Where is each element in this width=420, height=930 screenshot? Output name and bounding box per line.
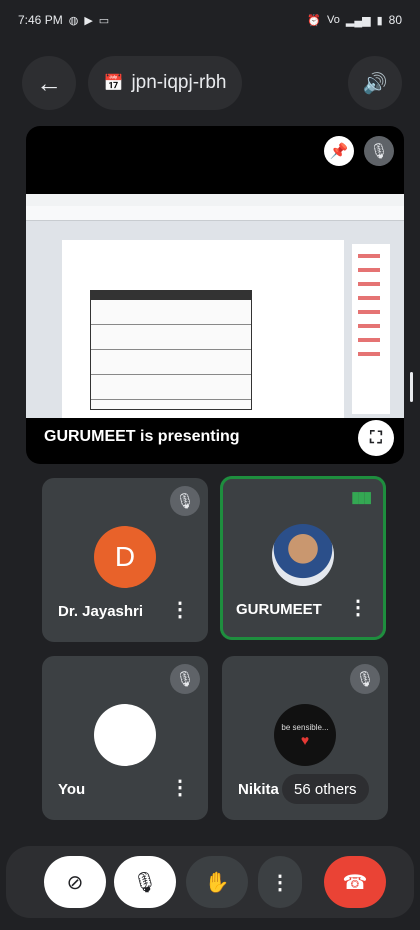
shared-doc-table [90,290,252,410]
participant-name: GURUMEET [236,601,322,618]
status-time: 7:46 PM [18,13,63,27]
shared-doc-table-row [91,300,251,325]
fullscreen-button[interactable]: ⛶ [358,420,394,456]
presenter-mic-off-indicator: 🎙 [364,136,394,166]
status-bar: 7:46 PM ◍ ▶ ▭ ⏰ Vo ▂▄▆ ▮ 80 [0,0,420,40]
mic-off-icon: 🎙 [350,664,380,694]
pin-button[interactable]: 📌 [324,136,354,166]
participant-name: Nikita [238,781,279,798]
participant-menu-button[interactable]: ⋮ [170,597,190,622]
meeting-info-button[interactable]: 📅 jpn-iqpj-rbh [88,56,242,110]
pin-icon: 📌 [329,143,349,160]
avatar-caption: be sensible... [281,722,329,732]
battery-icon: ▮ [376,14,383,27]
fullscreen-icon: ⛶ [370,428,382,447]
mic-off-icon: 🎙 [369,143,389,160]
shared-doc-toolbar [26,206,404,221]
speaker-icon: 🔊 [362,72,388,95]
alarm-icon: ⏰ [307,14,321,27]
hand-icon: ✋ [204,871,230,894]
meeting-code: jpn-iqpj-rbh [131,72,227,93]
end-call-icon: ☎ [342,871,368,894]
presenting-label: GURUMEET is presenting [44,428,240,445]
mic-off-icon: 🎙 [170,486,200,516]
speaker-button[interactable]: 🔊 [348,56,402,110]
status-right: ⏰ Vo ▂▄▆ ▮ 80 [307,13,402,27]
shared-screen [26,194,404,418]
more-options-button[interactable]: ⋮ [258,856,302,908]
shared-doc-table-row [91,350,251,375]
meeting-topbar: ← 📅 jpn-iqpj-rbh 🔊 [0,56,420,112]
avatar: be sensible... ♥ [274,704,336,766]
mic-off-icon: 🎙 [170,664,200,694]
participant-menu-button[interactable]: ⋮ [348,595,368,620]
presentation-tile[interactable]: 📌 🎙 GURUMEET is presenting ⛶ [26,126,404,464]
back-button[interactable]: ← [22,56,76,110]
avatar [272,524,334,586]
more-vert-icon: ⋮ [270,871,290,894]
participant-menu-button[interactable]: ⋮ [170,775,190,800]
signal-icon: ▂▄▆ [345,14,371,27]
scrollbar-thumb[interactable] [410,372,413,402]
end-call-button[interactable]: ☎ [324,856,386,908]
mic-off-icon: 🎙 [132,871,158,894]
arrow-left-icon: ← [36,67,62,98]
avatar: D [94,526,156,588]
participant-tile-self[interactable]: 🎙 You ⋮ [42,656,208,820]
participant-name: You [58,781,86,798]
participant-tile-group[interactable]: 🎙 be sensible... ♥ Nikita 56 others [222,656,388,820]
youtube-icon: ▶ [84,14,93,27]
participant-tile[interactable]: 🎙 D Dr. Jayashri ⋮ [42,478,208,642]
whatsapp-icon: ◍ [68,14,79,27]
speaking-indicator-icon: ▮▮▮ [351,489,372,506]
avatar [94,704,156,766]
battery-level: 80 [388,13,402,27]
camera-toggle-button[interactable]: ⊘ [44,856,106,908]
others-count-pill[interactable]: 56 others [282,774,369,804]
raise-hand-button[interactable]: ✋ [186,856,248,908]
shared-doc-table-header [91,291,251,300]
call-controls: ⊘ 🎙 ✋ ⋮ ☎ [6,846,414,918]
camera-off-icon: ⊘ [66,871,84,894]
shared-doc-table-row [91,325,251,350]
status-left: 7:46 PM ◍ ▶ ▭ [18,13,109,27]
mic-toggle-button[interactable]: 🎙 [114,856,176,908]
cast-icon: ▭ [98,14,110,27]
shared-doc-page [62,240,344,418]
heart-icon: ♥ [300,731,310,748]
participant-tile-speaking[interactable]: ▮▮▮ GURUMEET ⋮ [220,476,386,640]
calendar-icon: 📅 [103,75,124,92]
participant-name: Dr. Jayashri [58,603,144,620]
volte-icon: Vo [327,14,340,26]
shared-doc-comments [352,244,390,414]
shared-doc-table-row [91,375,251,400]
